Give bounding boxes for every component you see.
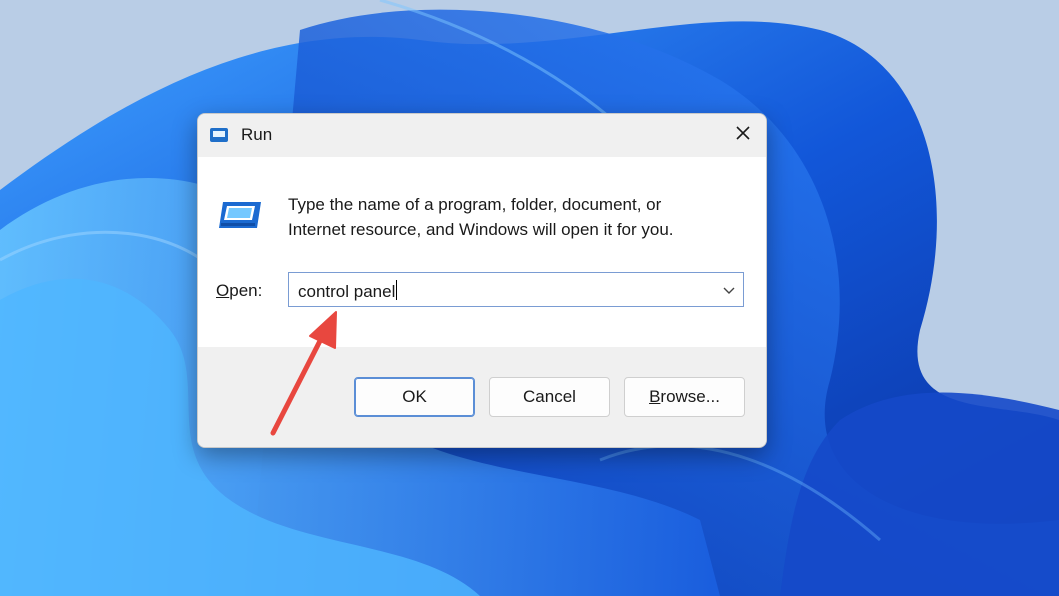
chevron-down-icon[interactable]	[721, 282, 737, 298]
open-input[interactable]: control panel	[298, 280, 398, 302]
close-icon	[735, 125, 751, 146]
open-label-rest: pen:	[229, 281, 263, 300]
run-icon	[209, 126, 229, 144]
button-bar: OK Cancel Browse...	[198, 347, 766, 447]
instructions-text: Type the name of a program, folder, docu…	[288, 192, 738, 242]
run-program-icon	[217, 199, 263, 231]
browse-button[interactable]: Browse...	[624, 377, 745, 417]
text-caret	[396, 280, 398, 300]
cancel-button[interactable]: Cancel	[489, 377, 610, 417]
instructions-line-1: Type the name of a program, folder, docu…	[288, 195, 662, 214]
open-label: Open:	[216, 281, 262, 301]
open-input-value: control panel	[298, 282, 396, 301]
open-combobox[interactable]: control panel	[288, 272, 744, 307]
dialog-content: Type the name of a program, folder, docu…	[198, 157, 766, 347]
browse-access-key: B	[649, 387, 661, 406]
browse-label-rest: rowse...	[660, 387, 720, 406]
run-dialog: Run Type the name of a program, folder, …	[197, 113, 767, 448]
open-label-access-key: O	[216, 281, 230, 300]
window-title: Run	[241, 125, 273, 144]
title-bar[interactable]: Run	[198, 114, 766, 157]
ok-button[interactable]: OK	[354, 377, 475, 417]
instructions-line-2: Internet resource, and Windows will open…	[288, 220, 674, 239]
close-button[interactable]	[720, 114, 766, 157]
